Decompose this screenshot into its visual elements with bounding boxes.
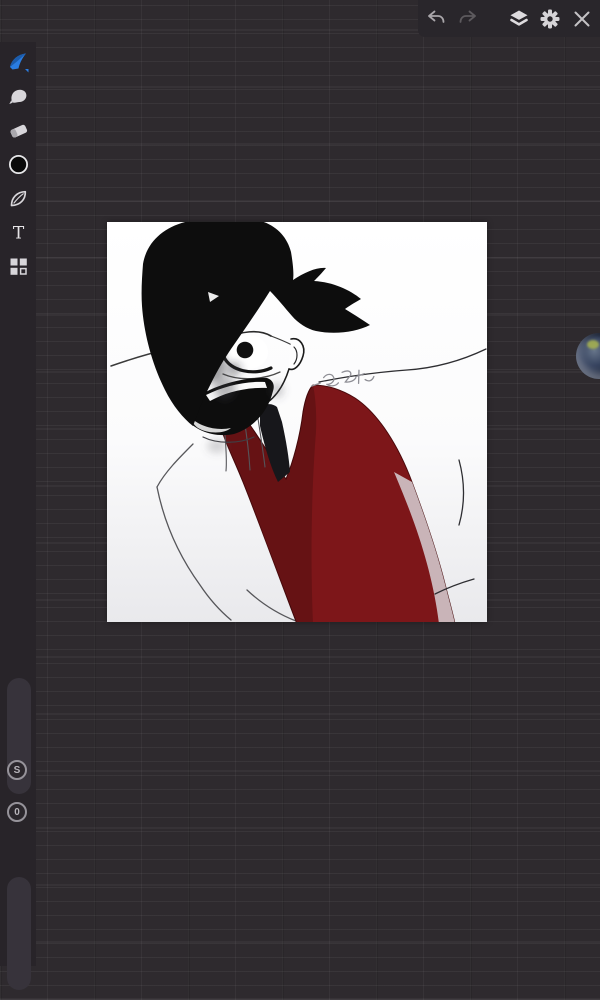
tool-brush[interactable] — [6, 51, 30, 73]
size-slider-button[interactable]: S — [7, 760, 27, 780]
eye-pupil — [236, 341, 254, 359]
canvas-artwork — [107, 222, 487, 622]
sphere-highlight — [587, 340, 599, 349]
redo-button[interactable] — [455, 6, 479, 32]
brush-icon — [9, 53, 28, 72]
tool-sidebar: T — [0, 42, 36, 990]
undo-button[interactable] — [424, 6, 448, 32]
tool-lasso-leaf[interactable] — [6, 187, 30, 209]
app-window: T S 0 — [0, 0, 600, 1000]
tool-list: T — [0, 42, 36, 277]
tool-smudge[interactable] — [6, 85, 30, 107]
close-button[interactable] — [570, 6, 594, 32]
grid-icon — [10, 258, 27, 275]
leaf-lasso-icon — [10, 190, 26, 206]
smudge-icon — [8, 89, 26, 104]
tool-symmetry-grid[interactable] — [6, 255, 30, 277]
gear-icon — [540, 9, 560, 28]
color-sphere-puck[interactable] — [576, 333, 600, 379]
text-tool-label: T — [12, 223, 24, 243]
layers-icon — [510, 10, 528, 26]
tool-eraser[interactable] — [6, 119, 30, 141]
undo-icon — [428, 10, 445, 23]
text-tool-icon: T — [12, 223, 24, 243]
redo-icon — [459, 10, 476, 23]
size-slider-label: S — [13, 764, 21, 776]
tool-text[interactable]: T — [6, 221, 30, 243]
close-icon — [574, 11, 590, 26]
eraser-icon — [10, 124, 27, 138]
settings-button[interactable] — [538, 6, 562, 32]
opacity-slider[interactable] — [7, 877, 31, 990]
color-puck-icon — [8, 154, 28, 174]
opacity-slider-button[interactable]: 0 — [7, 802, 27, 822]
top-toolbar — [418, 0, 600, 37]
tool-color-puck[interactable] — [6, 153, 30, 175]
drawing-canvas[interactable] — [107, 222, 487, 622]
opacity-slider-label: 0 — [14, 806, 20, 818]
layers-button[interactable] — [507, 6, 531, 32]
